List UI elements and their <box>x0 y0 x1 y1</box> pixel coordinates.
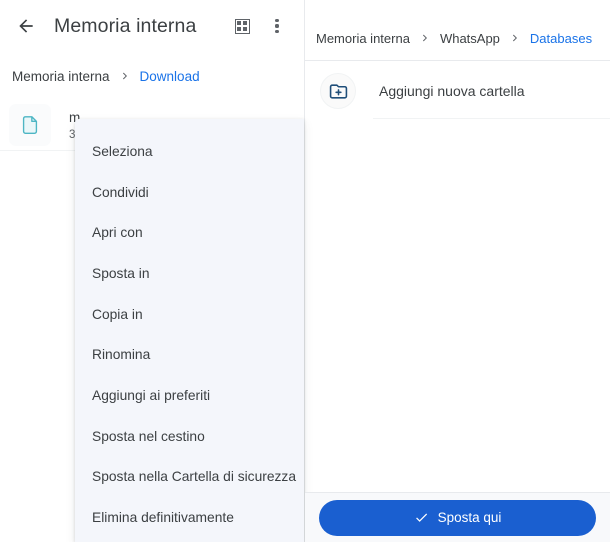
chevron-right-icon <box>419 32 431 44</box>
breadcrumb-item-current[interactable]: Download <box>140 69 200 84</box>
menu-item-sposta-in[interactable]: Sposta in <box>75 253 304 294</box>
move-here-button[interactable]: Sposta qui <box>319 499 596 536</box>
right-destination-panel: Memoria interna WhatsApp Databases Aggiu… <box>305 0 610 542</box>
right-panel-sub-divider <box>373 118 610 119</box>
context-menu: Seleziona Condividi Apri con Sposta in C… <box>75 119 304 542</box>
add-folder-icon-wrap <box>320 73 356 109</box>
add-folder-label: Aggiungi nuova cartella <box>379 83 525 99</box>
chevron-right-icon <box>119 70 131 82</box>
file-manager-screen: Memoria interna Memoria interna Download <box>0 0 610 542</box>
more-vert-icon <box>275 18 279 34</box>
move-here-label: Sposta qui <box>437 510 502 525</box>
breadcrumb-item-root[interactable]: Memoria interna <box>12 69 110 84</box>
document-file-icon <box>22 116 38 134</box>
breadcrumb-item-root-right[interactable]: Memoria interna <box>316 31 410 46</box>
chevron-right-icon <box>509 32 521 44</box>
overflow-menu-button[interactable] <box>262 6 292 46</box>
app-bar: Memoria interna <box>0 0 304 52</box>
menu-item-aggiungi-ai-preferiti[interactable]: Aggiungi ai preferiti <box>75 375 304 416</box>
menu-item-rinomina[interactable]: Rinomina <box>75 334 304 375</box>
grid-view-button[interactable] <box>222 6 262 46</box>
menu-item-elimina-definitivamente[interactable]: Elimina definitivamente <box>75 497 304 538</box>
menu-item-copia-in[interactable]: Copia in <box>75 294 304 335</box>
breadcrumb-item-databases[interactable]: Databases <box>530 31 592 46</box>
menu-item-apri-con[interactable]: Apri con <box>75 212 304 253</box>
bottom-action-bar: Sposta qui <box>305 492 610 542</box>
right-panel-top-divider <box>305 60 610 61</box>
menu-item-seleziona[interactable]: Seleziona <box>75 131 304 172</box>
file-thumbnail <box>9 104 51 146</box>
menu-item-sposta-nel-cestino[interactable]: Sposta nel cestino <box>75 416 304 457</box>
breadcrumb-item-whatsapp[interactable]: WhatsApp <box>440 31 500 46</box>
menu-item-condividi[interactable]: Condividi <box>75 172 304 213</box>
breadcrumb-right: Memoria interna WhatsApp Databases <box>316 26 592 50</box>
check-icon <box>414 510 429 525</box>
add-new-folder-button[interactable]: Aggiungi nuova cartella <box>305 68 610 114</box>
page-title: Memoria interna <box>54 14 197 37</box>
create-new-folder-icon <box>329 83 347 99</box>
breadcrumb-left: Memoria interna Download <box>12 62 200 90</box>
menu-item-sposta-nella-cartella-di-sicurezza[interactable]: Sposta nella Cartella di sicurezza <box>75 457 304 498</box>
arrow-back-icon <box>19 19 33 33</box>
grid-view-icon <box>234 18 250 34</box>
back-button[interactable] <box>6 6 46 46</box>
